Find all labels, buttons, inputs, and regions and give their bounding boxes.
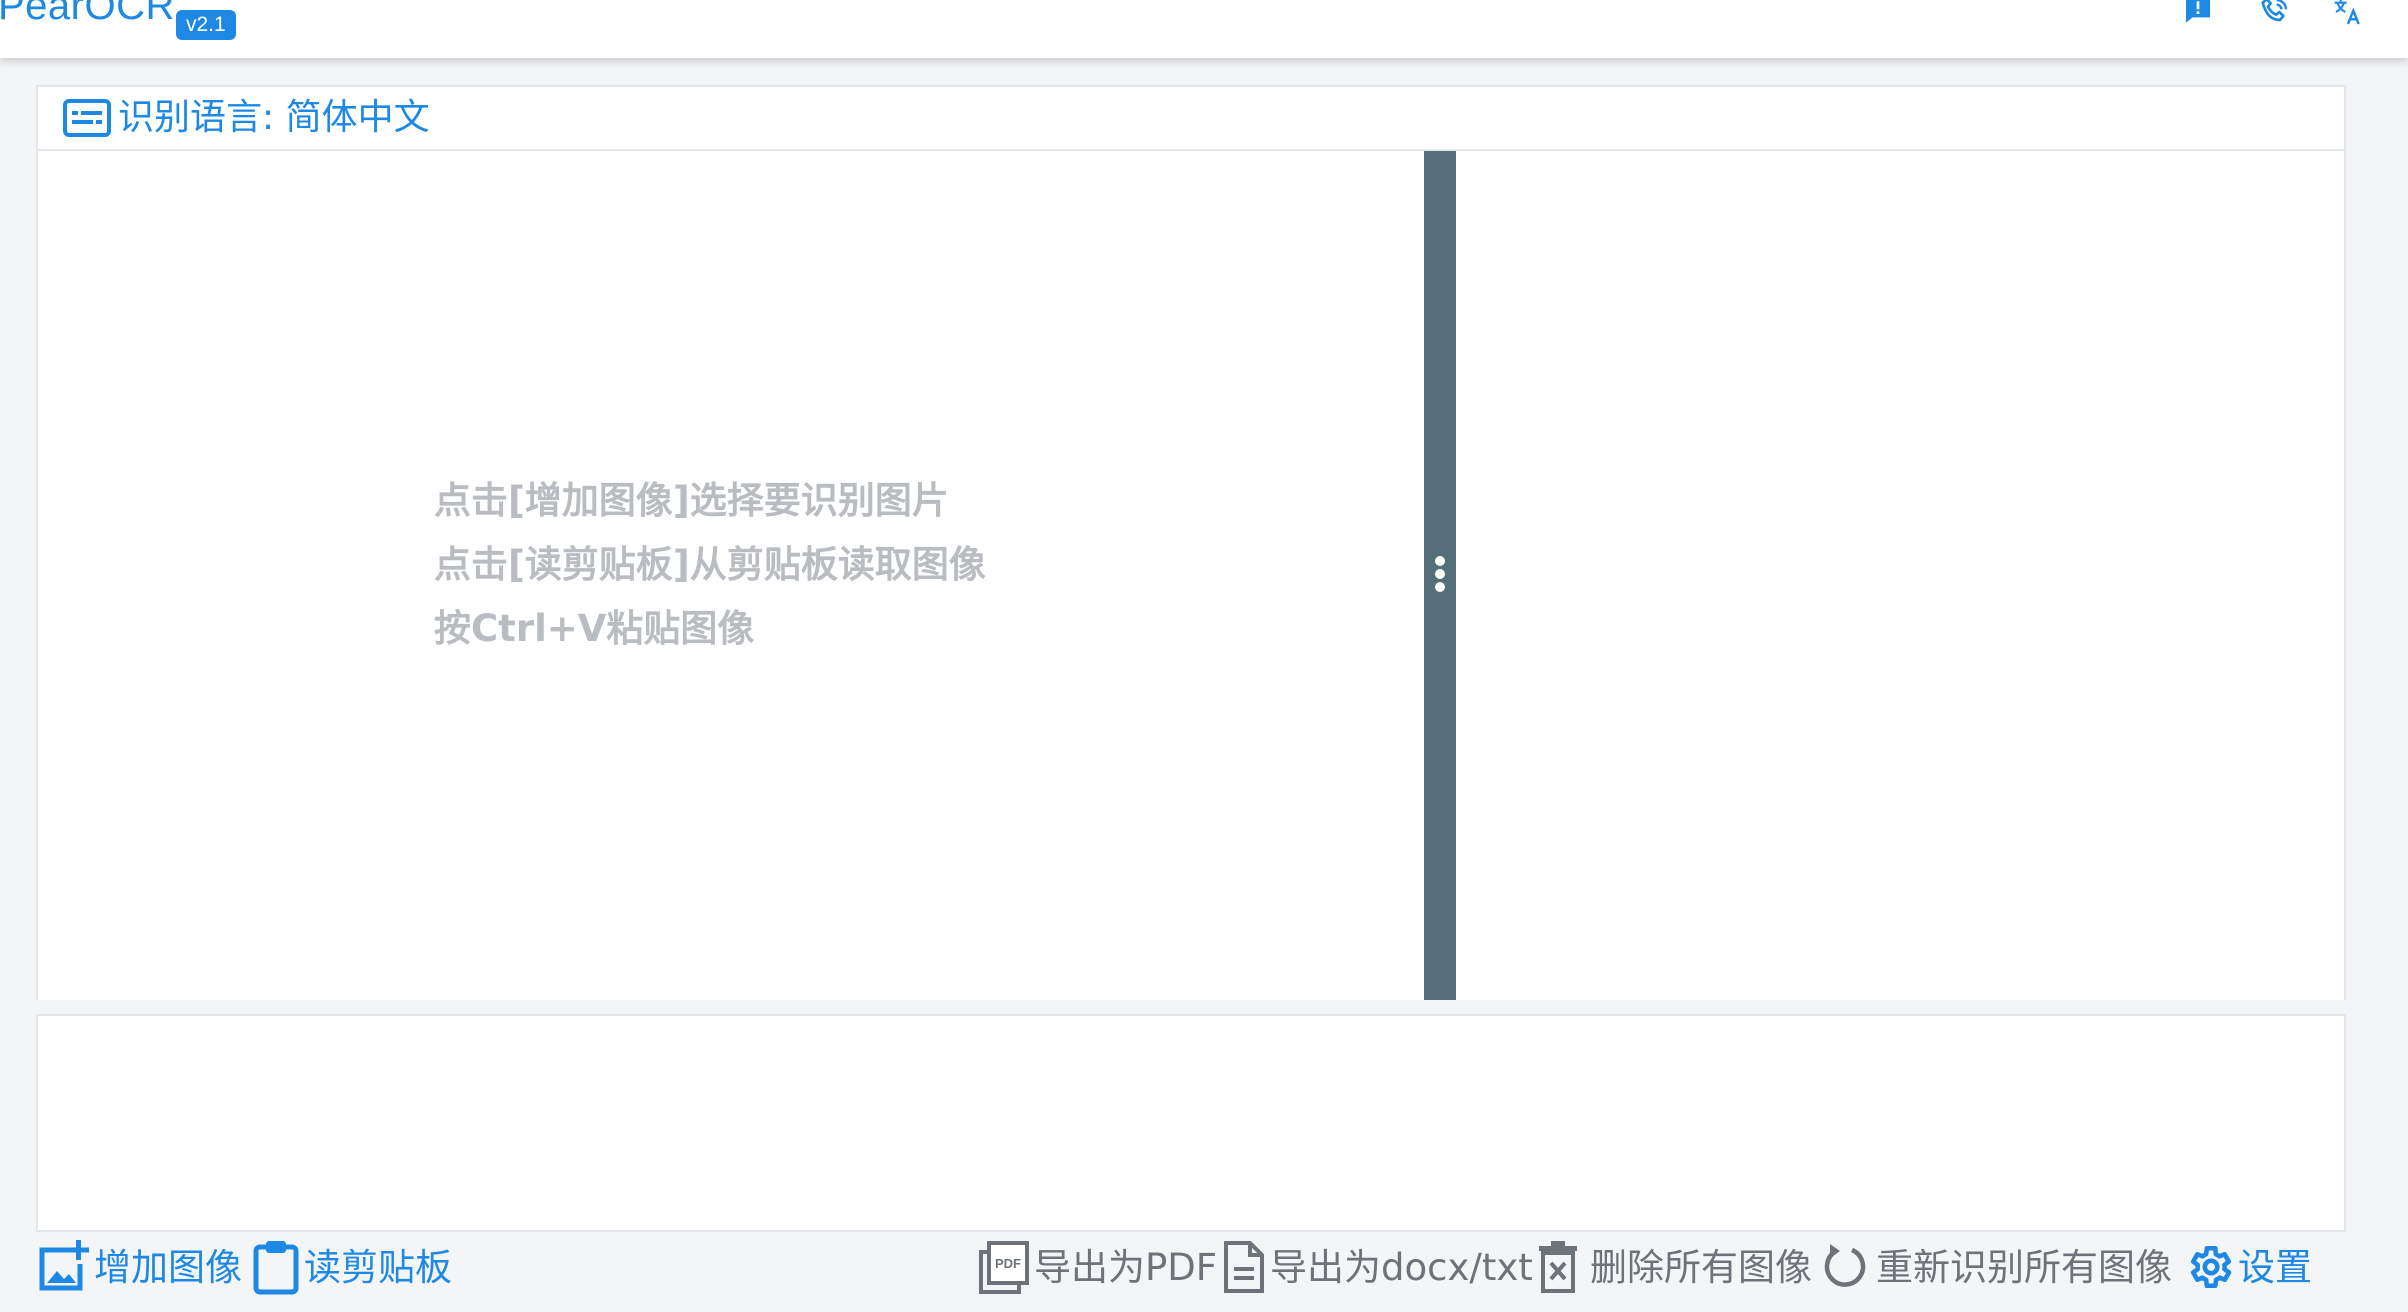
bottom-toolbar: 增加图像 读剪贴板 PDF 导出为PDF 导出为docx/txt 删除所有图像 … — [0, 1232, 2408, 1302]
rerecognize-all-label: 重新识别所有图像 — [1876, 1245, 2172, 1289]
hint-read-clipboard: 点击[读剪贴板]从剪贴板读取图像 — [434, 543, 986, 586]
export-pdf-label: 导出为PDF — [1034, 1245, 1218, 1289]
version-badge: v2.1 — [176, 10, 236, 40]
ocr-result-area[interactable] — [36, 1014, 2346, 1232]
pane-splitter[interactable] — [1424, 151, 1456, 1000]
language-selector[interactable]: 识别语言: 简体中文 — [38, 87, 2344, 151]
image-drop-area[interactable]: 点击[增加图像]选择要识别图片 点击[读剪贴板]从剪贴板读取图像 按Ctrl+V… — [38, 151, 1424, 1000]
preview-pane — [1456, 151, 2344, 1000]
rerecognize-all-button[interactable]: 重新识别所有图像 — [1822, 1232, 2172, 1302]
feedback-icon[interactable] — [2180, 0, 2216, 30]
read-clipboard-button[interactable]: 读剪贴板 — [252, 1232, 452, 1302]
subtitles-icon — [63, 99, 111, 137]
delete-all-label: 删除所有图像 — [1590, 1245, 1812, 1289]
pdf-file-icon: PDF — [979, 1241, 1029, 1294]
clipboard-icon — [253, 1241, 299, 1295]
delete-icon — [1539, 1241, 1577, 1293]
drag-handle-dot — [1435, 556, 1445, 566]
main-panel: 识别语言: 简体中文 点击[增加图像]选择要识别图片 点击[读剪贴板]从剪贴板读… — [36, 85, 2346, 1000]
svg-text:PDF: PDF — [995, 1256, 1021, 1271]
add-image-label: 增加图像 — [94, 1245, 242, 1289]
app-title: PearOCR — [0, 0, 175, 28]
delete-all-button[interactable]: 删除所有图像 — [1536, 1232, 1812, 1302]
hint-add-image: 点击[增加图像]选择要识别图片 — [434, 479, 949, 522]
settings-label: 设置 — [2238, 1245, 2312, 1289]
settings-button[interactable]: 设置 — [2184, 1232, 2312, 1302]
drag-handle-dot — [1435, 582, 1445, 592]
drag-handle-dot — [1435, 569, 1445, 579]
hint-paste-shortcut: 按Ctrl+V粘贴图像 — [434, 607, 755, 650]
document-icon — [1224, 1241, 1264, 1293]
export-pdf-button[interactable]: PDF 导出为PDF — [978, 1232, 1217, 1302]
empty-hints: 点击[增加图像]选择要识别图片 点击[读剪贴板]从剪贴板读取图像 按Ctrl+V… — [434, 469, 986, 661]
add-image-button[interactable]: 增加图像 — [38, 1232, 242, 1302]
export-docx-label: 导出为docx/txt — [1270, 1245, 1533, 1289]
read-clipboard-label: 读剪贴板 — [304, 1245, 452, 1289]
translate-icon[interactable] — [2330, 0, 2366, 30]
refresh-icon — [1824, 1244, 1866, 1287]
phone-icon[interactable] — [2256, 0, 2292, 30]
add-image-icon — [39, 1240, 89, 1291]
app-header: PearOCR v2.1 — [0, 0, 2408, 58]
gear-icon — [2190, 1245, 2232, 1289]
export-docx-button[interactable]: 导出为docx/txt — [1222, 1232, 1533, 1302]
language-label: 识别语言: 简体中文 — [118, 97, 430, 138]
